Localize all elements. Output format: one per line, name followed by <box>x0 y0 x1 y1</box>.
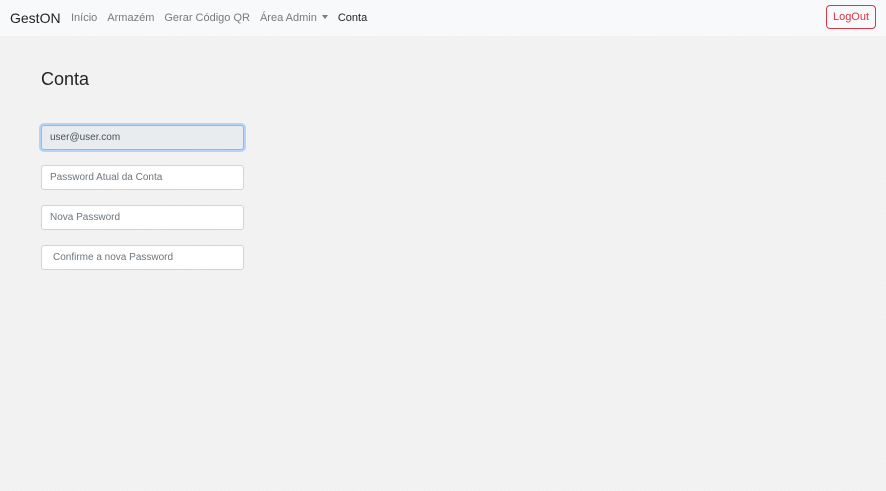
confirm-password-field[interactable] <box>41 245 244 270</box>
nav-link-conta[interactable]: Conta <box>338 10 367 26</box>
nav-dropdown-area-admin[interactable]: Área Admin <box>260 10 328 26</box>
nav-links: Início Armazém Gerar Código QR Área Admi… <box>71 10 377 26</box>
logout-button[interactable]: LogOut <box>826 5 876 29</box>
email-field[interactable] <box>41 125 244 150</box>
brand-logo[interactable]: GestON <box>10 9 61 27</box>
nav-link-gerar-codigo-qr[interactable]: Gerar Código QR <box>164 10 250 26</box>
top-navbar: GestON Início Armazém Gerar Código QR Ár… <box>0 0 886 36</box>
page-title: Conta <box>41 69 90 89</box>
nav-link-armazem[interactable]: Armazém <box>107 10 154 26</box>
new-password-field[interactable] <box>41 205 244 230</box>
nav-link-inicio[interactable]: Início <box>71 10 97 26</box>
nav-dropdown-label: Área Admin <box>259 12 317 24</box>
current-password-field[interactable] <box>41 165 244 190</box>
caret-down-icon <box>321 15 328 19</box>
